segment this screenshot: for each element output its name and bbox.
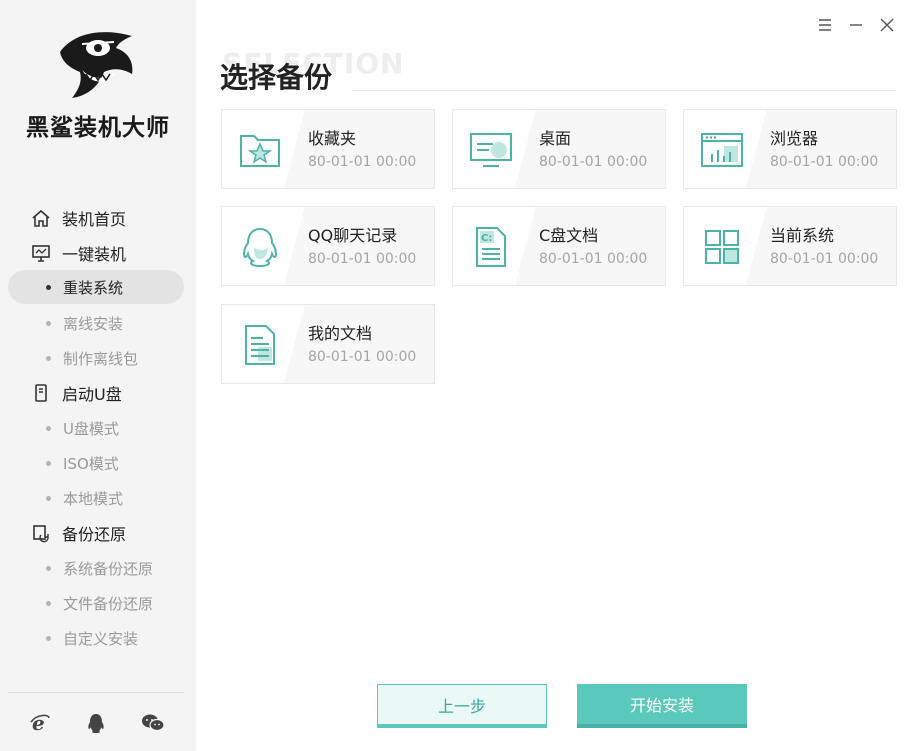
nav-file-backup-restore[interactable]: 文件备份还原	[46, 588, 153, 618]
card-name: 桌面	[539, 129, 572, 148]
close-icon[interactable]	[876, 14, 898, 36]
monitor-icon	[30, 242, 52, 264]
nav-backup-restore[interactable]: 备份还原	[30, 518, 126, 548]
qq-icon[interactable]	[83, 710, 109, 736]
nav-local-mode[interactable]: 本地模式	[46, 483, 123, 513]
usb-icon	[30, 382, 52, 404]
brand-name: 黑鲨装机大师	[26, 115, 170, 141]
wechat-icon[interactable]	[140, 710, 166, 736]
favorites-folder-icon	[240, 135, 280, 167]
backup-card-c-drive-docs[interactable]: C: C盘文档 80-01-01 00:00	[452, 206, 666, 286]
nav-custom-install-label: 自定义安装	[63, 629, 139, 648]
nav-make-offline-package[interactable]: 制作离线包	[46, 343, 138, 373]
backup-card-desktop[interactable]: 桌面 80-01-01 00:00	[452, 109, 666, 189]
backup-icon	[30, 522, 52, 544]
home-icon	[30, 207, 52, 229]
card-date: 80-01-01 00:00	[539, 251, 648, 267]
nav-local-mode-label: 本地模式	[63, 489, 124, 508]
card-name: C盘文档	[539, 226, 599, 245]
bullet-dot	[46, 320, 51, 326]
bullet-dot	[46, 425, 51, 431]
sidebar: 黑鲨装机大师 装机首页 一键装机 重装系统 离线安装 制作离线包 启动U盘 U盘…	[0, 0, 196, 751]
document-icon	[245, 325, 275, 365]
nav-usb-mode-label: U盘模式	[63, 419, 119, 438]
nav-iso-mode[interactable]: ISO模式	[46, 448, 119, 478]
nav-offline-install[interactable]: 离线安装	[46, 308, 123, 338]
nav-boot-usb-label: 启动U盘	[62, 385, 122, 404]
card-name: 我的文档	[308, 324, 373, 343]
card-date: 80-01-01 00:00	[308, 154, 417, 170]
nav-system-backup-restore[interactable]: 系统备份还原	[46, 553, 153, 583]
nav-make-offline-package-label: 制作离线包	[63, 349, 139, 368]
nav-home-label: 装机首页	[62, 210, 127, 229]
card-date: 80-01-01 00:00	[308, 349, 417, 365]
card-name: QQ聊天记录	[308, 226, 398, 245]
nav-one-click-install-label: 一键装机	[62, 245, 127, 264]
c-drive-doc-icon: C:	[476, 227, 506, 267]
menu-icon[interactable]	[814, 14, 836, 36]
shark-logo	[60, 32, 133, 98]
bullet-dot	[46, 635, 51, 641]
svg-text:C:: C:	[481, 233, 492, 244]
backup-card-qq-chat[interactable]: QQ聊天记录 80-01-01 00:00	[221, 206, 435, 286]
browser-icon	[701, 133, 743, 167]
previous-step-button[interactable]: 上一步	[377, 684, 547, 728]
ie-icon[interactable]: e	[27, 710, 53, 736]
card-date: 80-01-01 00:00	[539, 154, 648, 170]
nav-home[interactable]: 装机首页	[30, 203, 126, 233]
backup-card-current-system[interactable]: 当前系统 80-01-01 00:00	[683, 206, 897, 286]
sidebar-divider	[8, 692, 184, 693]
card-date: 80-01-01 00:00	[770, 251, 879, 267]
nav-system-backup-restore-label: 系统备份还原	[63, 559, 154, 578]
nav-reinstall-system[interactable]: 重装系统	[8, 270, 184, 304]
system-grid-icon	[705, 230, 739, 264]
card-date: 80-01-01 00:00	[770, 154, 879, 170]
nav-one-click-install[interactable]: 一键装机	[30, 238, 126, 268]
nav-boot-usb[interactable]: 启动U盘	[30, 378, 122, 408]
card-date: 80-01-01 00:00	[308, 251, 417, 267]
nav-file-backup-restore-label: 文件备份还原	[63, 594, 154, 613]
backup-card-my-documents[interactable]: 我的文档 80-01-01 00:00	[221, 304, 435, 384]
minimize-icon[interactable]	[845, 14, 867, 36]
start-install-button[interactable]: 开始安装	[577, 684, 747, 728]
bullet-dot	[46, 460, 51, 466]
bullet-dot	[46, 495, 51, 501]
nav-reinstall-system-label: 重装系统	[63, 278, 124, 297]
backup-card-favorites[interactable]: 收藏夹 80-01-01 00:00	[221, 109, 435, 189]
title-divider	[352, 90, 896, 91]
nav-backup-restore-label: 备份还原	[62, 525, 127, 544]
nav-offline-install-label: 离线安装	[63, 314, 124, 333]
bullet-dot	[46, 565, 51, 571]
backup-card-browser[interactable]: 浏览器 80-01-01 00:00	[683, 109, 897, 189]
bullet-dot	[46, 355, 51, 361]
nav-iso-mode-label: ISO模式	[63, 454, 119, 473]
card-name: 当前系统	[770, 226, 835, 245]
desktop-icon	[470, 133, 512, 167]
bullet-dot	[46, 284, 51, 290]
card-name: 收藏夹	[308, 129, 357, 148]
bullet-dot	[46, 600, 51, 606]
nav-usb-mode[interactable]: U盘模式	[46, 413, 119, 443]
page-title: 选择备份	[220, 61, 333, 94]
nav-custom-install[interactable]: 自定义安装	[46, 623, 138, 653]
qq-icon	[243, 227, 277, 268]
card-name: 浏览器	[770, 129, 819, 148]
